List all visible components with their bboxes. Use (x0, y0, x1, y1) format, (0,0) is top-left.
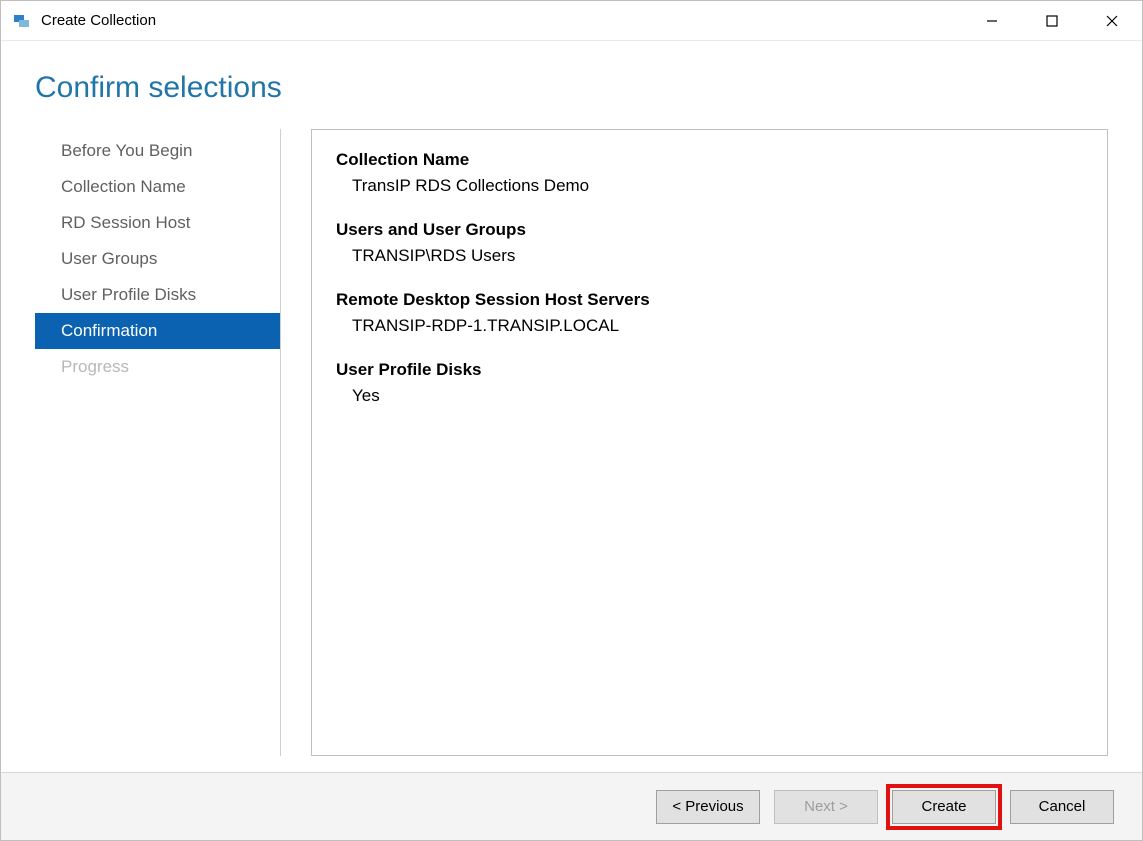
label-collection-name: Collection Name (336, 150, 1083, 170)
body-row: Before You Begin Collection Name RD Sess… (1, 129, 1142, 756)
previous-button[interactable]: < Previous (656, 790, 760, 824)
close-button[interactable] (1082, 1, 1142, 40)
titlebar: Create Collection (1, 1, 1142, 41)
wizard-nav: Before You Begin Collection Name RD Sess… (35, 129, 281, 756)
value-collection-name: TransIP RDS Collections Demo (352, 176, 1083, 196)
nav-rd-session-host[interactable]: RD Session Host (35, 205, 280, 241)
app-icon (13, 12, 31, 30)
nav-confirmation[interactable]: Confirmation (35, 313, 280, 349)
next-button: Next > (774, 790, 878, 824)
cancel-button[interactable]: Cancel (1010, 790, 1114, 824)
nav-progress: Progress (35, 349, 280, 385)
value-users-groups: TRANSIP\RDS Users (352, 246, 1083, 266)
nav-user-groups[interactable]: User Groups (35, 241, 280, 277)
label-user-profile-disks: User Profile Disks (336, 360, 1083, 380)
value-user-profile-disks: Yes (352, 386, 1083, 406)
summary-panel: Collection Name TransIP RDS Collections … (311, 129, 1108, 756)
label-users-groups: Users and User Groups (336, 220, 1083, 240)
wizard-window: Create Collection Confirm selections Bef… (0, 0, 1143, 841)
maximize-button[interactable] (1022, 1, 1082, 40)
page-title: Confirm selections (1, 41, 1142, 129)
nav-user-profile-disks[interactable]: User Profile Disks (35, 277, 280, 313)
nav-before-you-begin[interactable]: Before You Begin (35, 133, 280, 169)
window-controls (962, 1, 1142, 40)
window-title: Create Collection (41, 12, 156, 29)
create-button[interactable]: Create (892, 790, 996, 824)
nav-collection-name[interactable]: Collection Name (35, 169, 280, 205)
content-area: Confirm selections Before You Begin Coll… (1, 41, 1142, 840)
wizard-footer: < Previous Next > Create Cancel (1, 772, 1142, 840)
label-rdsh-servers: Remote Desktop Session Host Servers (336, 290, 1083, 310)
minimize-button[interactable] (962, 1, 1022, 40)
value-rdsh-servers: TRANSIP-RDP-1.TRANSIP.LOCAL (352, 316, 1083, 336)
